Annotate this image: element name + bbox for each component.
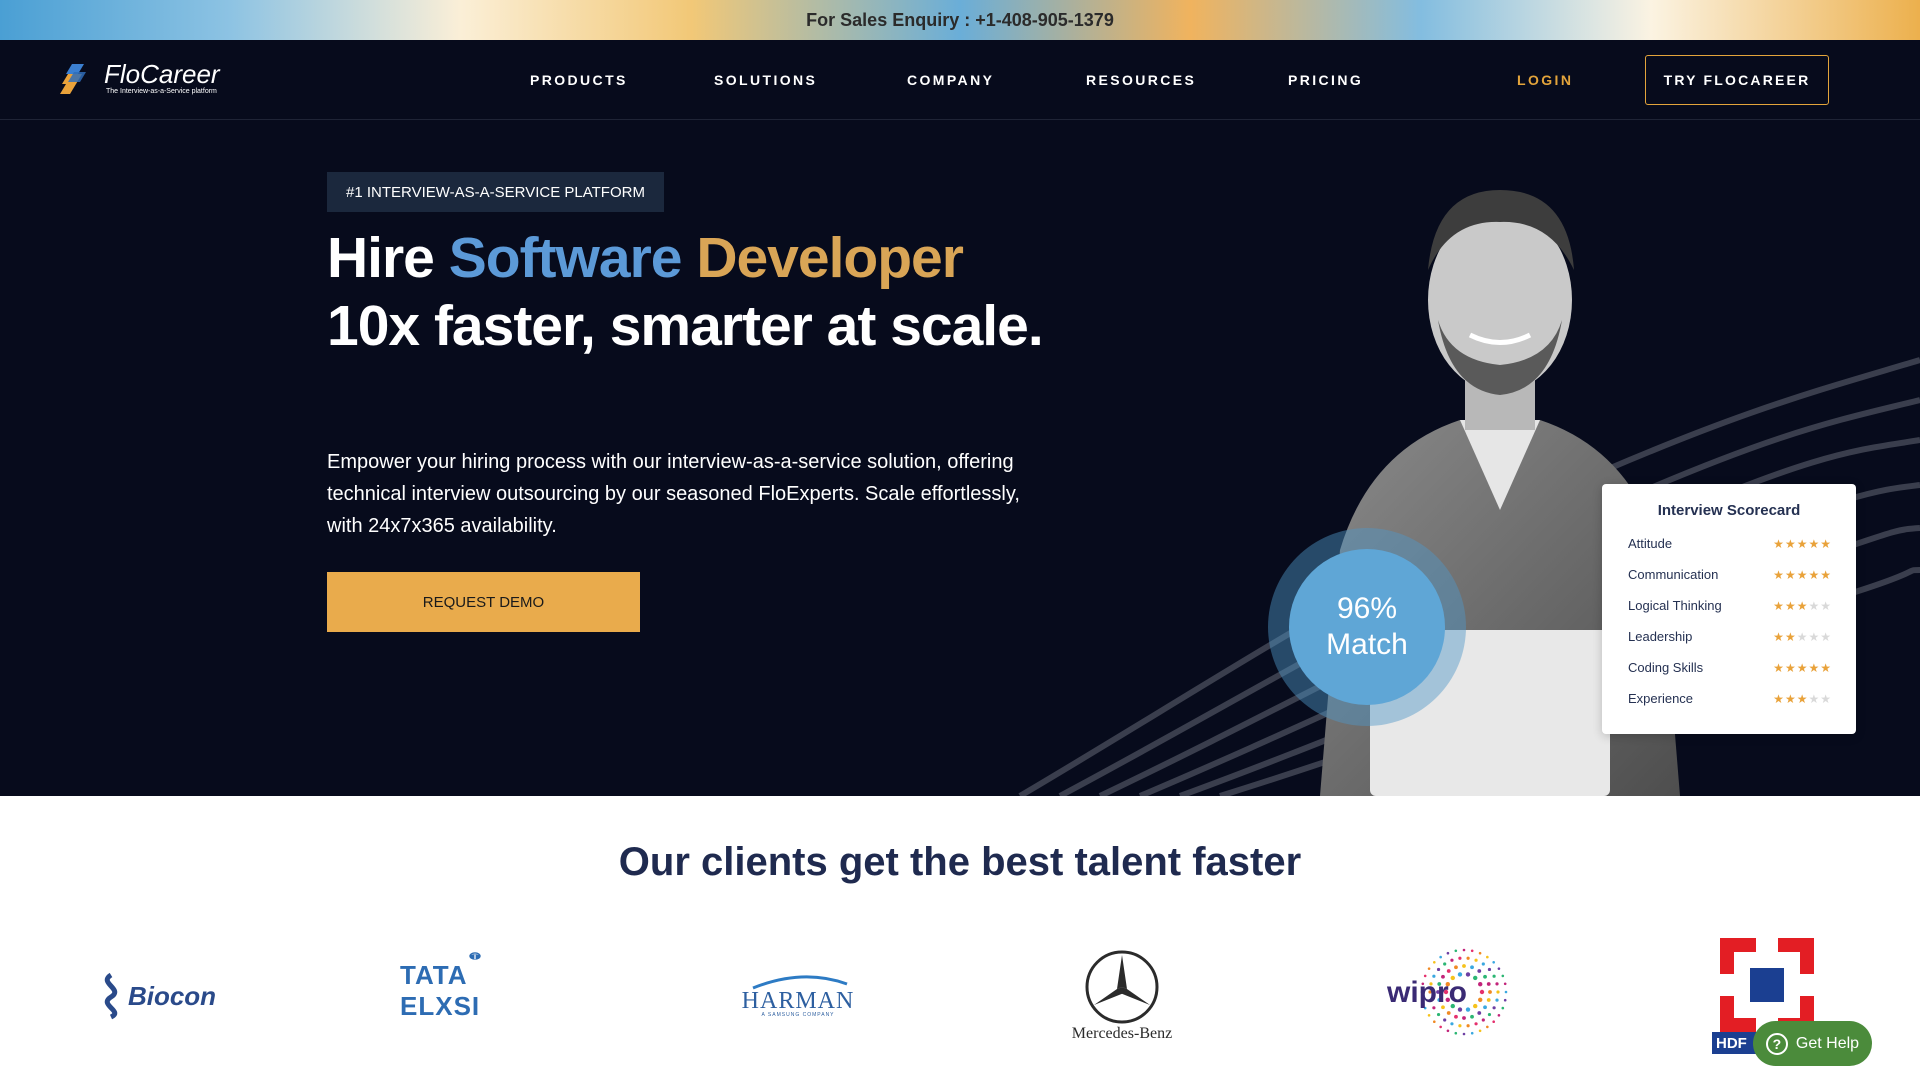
nav-company[interactable]: COMPANY (907, 72, 994, 88)
star-icon: ★ (1796, 567, 1809, 582)
star-icon: ★ (1796, 629, 1809, 644)
mercedes-star-logo-icon (1085, 950, 1159, 1024)
star-icon: ★ (1808, 598, 1821, 613)
client-harman: HARMAN A SAMSUNG COMPANY (736, 966, 860, 1026)
hero-description: Empower your hiring process with our int… (327, 451, 1020, 537)
biocon-wordmark: Biocon (127, 980, 217, 1011)
try-flocareer-button[interactable]: TRY FLOCAREER (1645, 55, 1829, 105)
client-wipro: wipro (1384, 944, 1508, 1040)
get-help-label: Get Help (1795, 1034, 1860, 1052)
harman-wordmark: HARMAN (741, 988, 855, 1014)
hero-headline: Hire Software Developer 10x faster, smar… (327, 224, 1067, 360)
star-icon: ★ (1773, 660, 1785, 675)
logo-wordmark: FloCareer (104, 58, 220, 89)
mercedes-wordmark: Mercedes-Benz (1071, 1025, 1173, 1042)
star-icon: ★ (1784, 598, 1797, 613)
headline-rest: 10x faster, smarter at scale. (327, 294, 1044, 358)
nav-resources[interactable]: RESOURCES (1086, 72, 1196, 88)
harman-subtitle: A SAMSUNG COMPANY (761, 1012, 835, 1018)
rating-stars: ★★★★★ (1773, 630, 1832, 644)
match-badge: 96% Match (1268, 528, 1466, 726)
star-icon: ★ (1808, 629, 1821, 644)
star-icon: ★ (1796, 660, 1809, 675)
rating-stars: ★★★★★ (1773, 661, 1832, 675)
star-icon: ★ (1784, 691, 1797, 706)
sales-enquiry-text[interactable]: For Sales Enquiry : +1-408-905-1379 (806, 10, 1114, 31)
scorecard-row: Communication ★★★★★ (1628, 567, 1832, 582)
scorecard-row: Leadership ★★★★★ (1628, 629, 1832, 644)
nav-solutions[interactable]: SOLUTIONS (714, 72, 817, 88)
star-icon: ★ (1808, 536, 1821, 551)
tata-logo-icon (469, 952, 481, 960)
request-demo-button[interactable]: REQUEST DEMO (327, 572, 640, 632)
scorecard-label: Attitude (1628, 536, 1673, 551)
sales-enquiry-bar: For Sales Enquiry : +1-408-905-1379 (0, 0, 1920, 40)
star-icon: ★ (1784, 567, 1797, 582)
scorecard-row: Attitude ★★★★★ (1628, 536, 1832, 551)
hero-section: #1 INTERVIEW-AS-A-SERVICE PLATFORM Hire … (0, 120, 1920, 796)
star-icon: ★ (1773, 691, 1785, 706)
scorecard-title: Interview Scorecard (1657, 502, 1801, 519)
star-icon: ★ (1820, 660, 1832, 675)
login-link[interactable]: LOGIN (1517, 72, 1573, 88)
star-icon: ★ (1796, 691, 1809, 706)
client-tata-elxsi: TATA ELXSI (400, 952, 550, 1022)
rating-stars: ★★★★★ (1773, 568, 1832, 582)
scorecard-label: Experience (1628, 691, 1694, 706)
star-icon: ★ (1820, 691, 1832, 706)
rating-stars: ★★★★★ (1773, 537, 1832, 551)
flocareer-logo[interactable]: FloCareer The Interview-as-a-Service pla… (58, 60, 220, 96)
star-icon: ★ (1820, 567, 1832, 582)
star-icon: ★ (1784, 660, 1797, 675)
star-icon: ★ (1784, 536, 1797, 551)
flocareer-logo-icon (60, 64, 86, 94)
star-icon: ★ (1796, 598, 1809, 613)
star-icon: ★ (1820, 629, 1832, 644)
scorecard-label: Communication (1628, 567, 1719, 582)
headline-hire: Hire (327, 226, 449, 290)
match-value: 96% (1336, 592, 1398, 625)
nav-products[interactable]: PRODUCTS (530, 72, 628, 88)
tata-wordmark: TATA ELXSI (400, 960, 481, 1021)
wipro-wordmark: wipro (1387, 976, 1467, 1009)
site-header: FloCareer The Interview-as-a-Service pla… (0, 40, 1920, 120)
scorecard-row: Coding Skills ★★★★★ (1628, 660, 1832, 675)
scorecard-row: Logical Thinking ★★★★★ (1628, 598, 1832, 613)
match-label: Match (1326, 628, 1408, 661)
scorecard-row: Experience ★★★★★ (1628, 691, 1832, 706)
hdfc-wordmark: HDF (1716, 1035, 1747, 1052)
star-icon: ★ (1773, 598, 1785, 613)
logo-tagline: The Interview-as-a-Service platform (106, 87, 217, 95)
scorecard-label: Logical Thinking (1628, 598, 1722, 613)
star-icon: ★ (1820, 536, 1832, 551)
star-icon: ★ (1773, 567, 1785, 582)
rating-stars: ★★★★★ (1773, 599, 1832, 613)
star-icon: ★ (1784, 629, 1797, 644)
get-help-button[interactable]: ? Get Help (1753, 1021, 1872, 1066)
interview-scorecard: Interview Scorecard Attitude ★★★★★ Communi… (1602, 484, 1856, 734)
headline-developer: Developer (696, 226, 964, 290)
nav-pricing[interactable]: PRICING (1288, 72, 1363, 88)
star-icon: ★ (1796, 536, 1809, 551)
question-icon: ? (1765, 1032, 1788, 1055)
rating-stars: ★★★★★ (1773, 692, 1832, 706)
clients-heading: Our clients get the best talent faster (618, 840, 1302, 884)
headline-software: Software (448, 226, 683, 290)
scorecard-label: Coding Skills (1628, 660, 1704, 675)
scorecard-label: Leadership (1628, 629, 1693, 644)
star-icon: ★ (1808, 567, 1821, 582)
star-icon: ★ (1773, 536, 1785, 551)
star-icon: ★ (1808, 691, 1821, 706)
star-icon: ★ (1773, 629, 1785, 644)
client-mercedes-benz: Mercedes-Benz (1062, 946, 1182, 1046)
star-icon: ★ (1820, 598, 1832, 613)
star-icon: ★ (1808, 660, 1821, 675)
biocon-logo-icon (104, 972, 118, 1020)
client-biocon: Biocon (90, 968, 220, 1024)
platform-badge: #1 INTERVIEW-AS-A-SERVICE PLATFORM (327, 172, 664, 212)
